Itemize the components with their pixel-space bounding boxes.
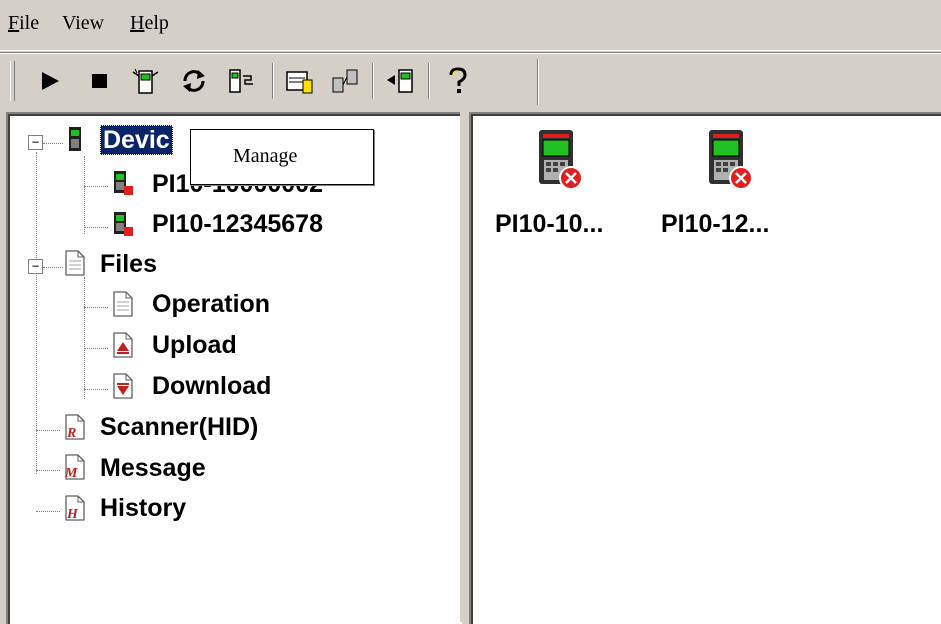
device-offline-large-icon: [539, 130, 583, 190]
refresh-icon: [183, 70, 205, 92]
play-icon: [42, 72, 59, 90]
toolbar: [0, 52, 941, 111]
device-connect-button[interactable]: [130, 65, 162, 97]
tree-node-files[interactable]: Files: [100, 250, 157, 279]
menu-help[interactable]: Help: [130, 12, 169, 35]
toolbar-separator: [372, 63, 374, 99]
tree-node-devices[interactable]: Devic: [100, 125, 173, 155]
device-offline-large-icon: [709, 130, 753, 190]
menu-view[interactable]: View: [62, 12, 104, 35]
menu-bar: File View Help: [0, 0, 941, 51]
download-file-icon: [113, 373, 133, 399]
device-group-icon: [69, 127, 81, 151]
device-list-item-label: PI10-10...: [495, 210, 604, 238]
tree-node-message[interactable]: Message: [100, 454, 206, 483]
device-list-button[interactable]: [226, 65, 258, 97]
device-list-item-label: PI10-12...: [661, 210, 770, 238]
refresh-button[interactable]: [178, 65, 210, 97]
network-devices-button[interactable]: [330, 65, 362, 97]
message-file-icon: M: [64, 454, 85, 480]
files-expander[interactable]: −: [28, 259, 43, 274]
device-offline-icon: [114, 171, 133, 195]
toolbar-end: [537, 59, 539, 105]
toolbar-grip[interactable]: [10, 61, 15, 101]
context-menu: Manage: [190, 129, 374, 185]
stop-button[interactable]: [84, 65, 116, 97]
svg-text:M: M: [64, 466, 78, 480]
upload-device-button[interactable]: [284, 65, 316, 97]
context-menu-manage[interactable]: Manage: [233, 145, 297, 168]
tree-node-download[interactable]: Download: [152, 372, 271, 401]
tree-node-operation[interactable]: Operation: [152, 290, 270, 319]
send-to-device-button[interactable]: [384, 65, 416, 97]
upload-device-icon: [286, 71, 313, 94]
history-file-icon: H: [65, 495, 85, 521]
tree-node-device-2[interactable]: PI10-12345678: [152, 210, 323, 239]
tree-node-scanner[interactable]: Scanner(HID): [100, 413, 258, 442]
device-list-view[interactable]: PI10-10... PI10-12...: [469, 112, 941, 624]
play-button[interactable]: [34, 65, 66, 97]
device-list-icon: [229, 69, 253, 93]
network-devices-icon: [332, 69, 358, 93]
devices-expander[interactable]: −: [28, 135, 43, 150]
help-button[interactable]: [442, 65, 474, 97]
upload-file-icon: [113, 332, 133, 358]
toolbar-separator: [428, 63, 430, 99]
tree-node-history[interactable]: History: [100, 494, 186, 523]
scanner-file-icon: R: [65, 414, 85, 440]
operation-file-icon: [113, 291, 133, 317]
menu-file[interactable]: File: [8, 12, 39, 35]
toolbar-separator: [272, 63, 274, 99]
stop-icon: [92, 74, 107, 88]
pane-splitter[interactable]: [460, 112, 468, 622]
tree-pane[interactable]: − Devic PI10-10000002 PI10-12345678 − Fi…: [6, 112, 462, 624]
svg-text:H: H: [66, 507, 79, 521]
tree-node-upload[interactable]: Upload: [152, 331, 237, 360]
files-folder-icon: [65, 250, 85, 276]
device-connect-icon: [132, 68, 159, 94]
device-offline-icon: [114, 212, 133, 236]
svg-text:R: R: [66, 426, 76, 440]
help-icon: [449, 67, 467, 93]
send-to-device-icon: [387, 69, 413, 93]
